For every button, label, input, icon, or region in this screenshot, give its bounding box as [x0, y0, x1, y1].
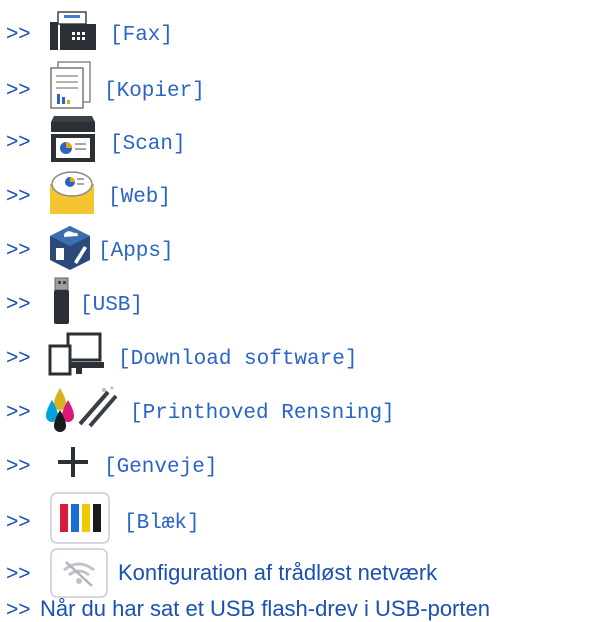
arrow-link[interactable]: >>: [6, 400, 31, 424]
devices-download-icon: [48, 332, 104, 376]
wireless-config-label[interactable]: Konfiguration af trådløst netværk: [118, 560, 437, 586]
genveje-label[interactable]: [Genveje]: [104, 456, 217, 479]
download-software-label[interactable]: [Download software]: [118, 348, 357, 371]
arrow-link[interactable]: >>: [6, 562, 31, 586]
arrow-link[interactable]: >>: [6, 292, 31, 316]
copy-document-icon: [50, 61, 91, 109]
kopier-label[interactable]: [Kopier]: [104, 80, 205, 103]
fax-icon: [50, 11, 96, 50]
arrow-link[interactable]: >>: [6, 78, 31, 102]
wifi-off-icon: [50, 548, 108, 598]
printhoved-rensning-label[interactable]: [Printhoved Rensning]: [130, 402, 395, 425]
arrow-link[interactable]: >>: [6, 510, 31, 534]
usb-drive-icon: [54, 277, 69, 324]
arrow-link[interactable]: >>: [6, 22, 31, 46]
usb-flash-drive-label[interactable]: Når du har sat et USB flash-drev i USB-p…: [40, 596, 490, 622]
usb-label[interactable]: [USB]: [80, 294, 143, 317]
fax-label[interactable]: [Fax]: [110, 24, 173, 47]
arrow-link[interactable]: >>: [6, 130, 31, 154]
scanner-icon: [51, 116, 95, 162]
plus-shortcut-icon: [58, 447, 88, 477]
arrow-link[interactable]: >>: [6, 184, 31, 208]
arrow-link[interactable]: >>: [6, 346, 31, 370]
printhead-cleaning-icon: [46, 386, 118, 432]
arrow-link[interactable]: >>: [6, 454, 31, 478]
apps-label[interactable]: [Apps]: [98, 240, 174, 263]
scan-label[interactable]: [Scan]: [110, 133, 186, 156]
web-label[interactable]: [Web]: [108, 186, 171, 209]
arrow-link[interactable]: >>: [6, 598, 31, 622]
web-folder-icon: [50, 171, 94, 214]
apps-cube-icon: [50, 226, 90, 270]
ink-cartridges-icon: [50, 492, 110, 544]
arrow-link[interactable]: >>: [6, 238, 31, 262]
blaek-label[interactable]: [Blæk]: [124, 512, 200, 535]
